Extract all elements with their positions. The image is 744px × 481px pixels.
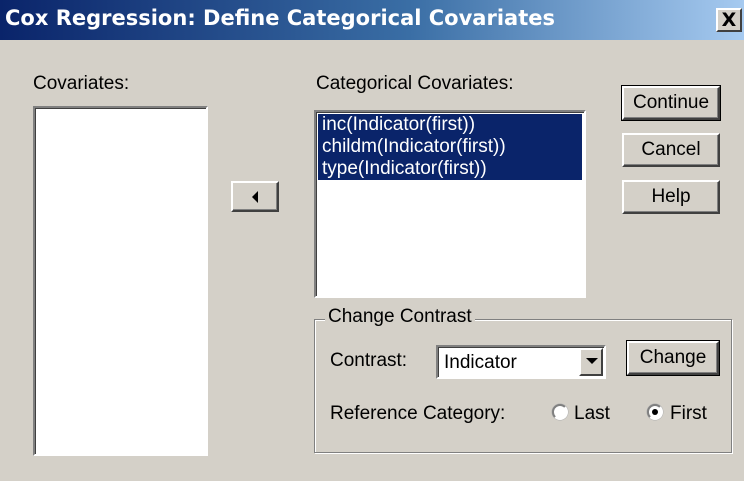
list-item[interactable]: childm(Indicator(first)) [318,136,582,158]
reference-category-label: Reference Category: [330,403,506,424]
continue-button[interactable]: Continue [621,85,721,121]
list-item[interactable]: type(Indicator(first)) [318,158,582,180]
radio-first-dot [652,409,658,415]
radio-last-label[interactable]: Last [574,403,610,425]
close-button[interactable]: X [716,8,742,32]
contrast-select[interactable]: Indicator [436,345,606,379]
change-contrast-legend: Change Contrast [325,306,475,328]
covariates-label: Covariates: [33,73,130,94]
window-title: Cox Regression: Define Categorical Covar… [5,6,555,30]
radio-first[interactable] [647,404,663,420]
move-left-button[interactable] [231,181,279,212]
title-bar: Cox Regression: Define Categorical Covar… [0,0,744,40]
radio-last[interactable] [552,404,568,420]
arrow-left-icon [252,190,258,203]
change-contrast-group [314,319,732,453]
close-icon: X [721,8,737,31]
radio-first-label[interactable]: First [670,403,707,425]
list-item[interactable]: inc(Indicator(first)) [318,114,582,136]
contrast-dropdown-button[interactable] [579,348,603,376]
chevron-down-icon [586,358,598,364]
contrast-label: Contrast: [330,350,408,371]
cancel-button[interactable]: Cancel [622,133,720,167]
categorical-covariates-listbox[interactable]: inc(Indicator(first)) childm(Indicator(f… [314,110,586,298]
covariates-listbox[interactable] [33,106,208,456]
help-button[interactable]: Help [622,180,720,214]
change-button[interactable]: Change [626,340,720,376]
contrast-select-value: Indicator [444,352,517,373]
categorical-covariates-label: Categorical Covariates: [316,73,514,94]
